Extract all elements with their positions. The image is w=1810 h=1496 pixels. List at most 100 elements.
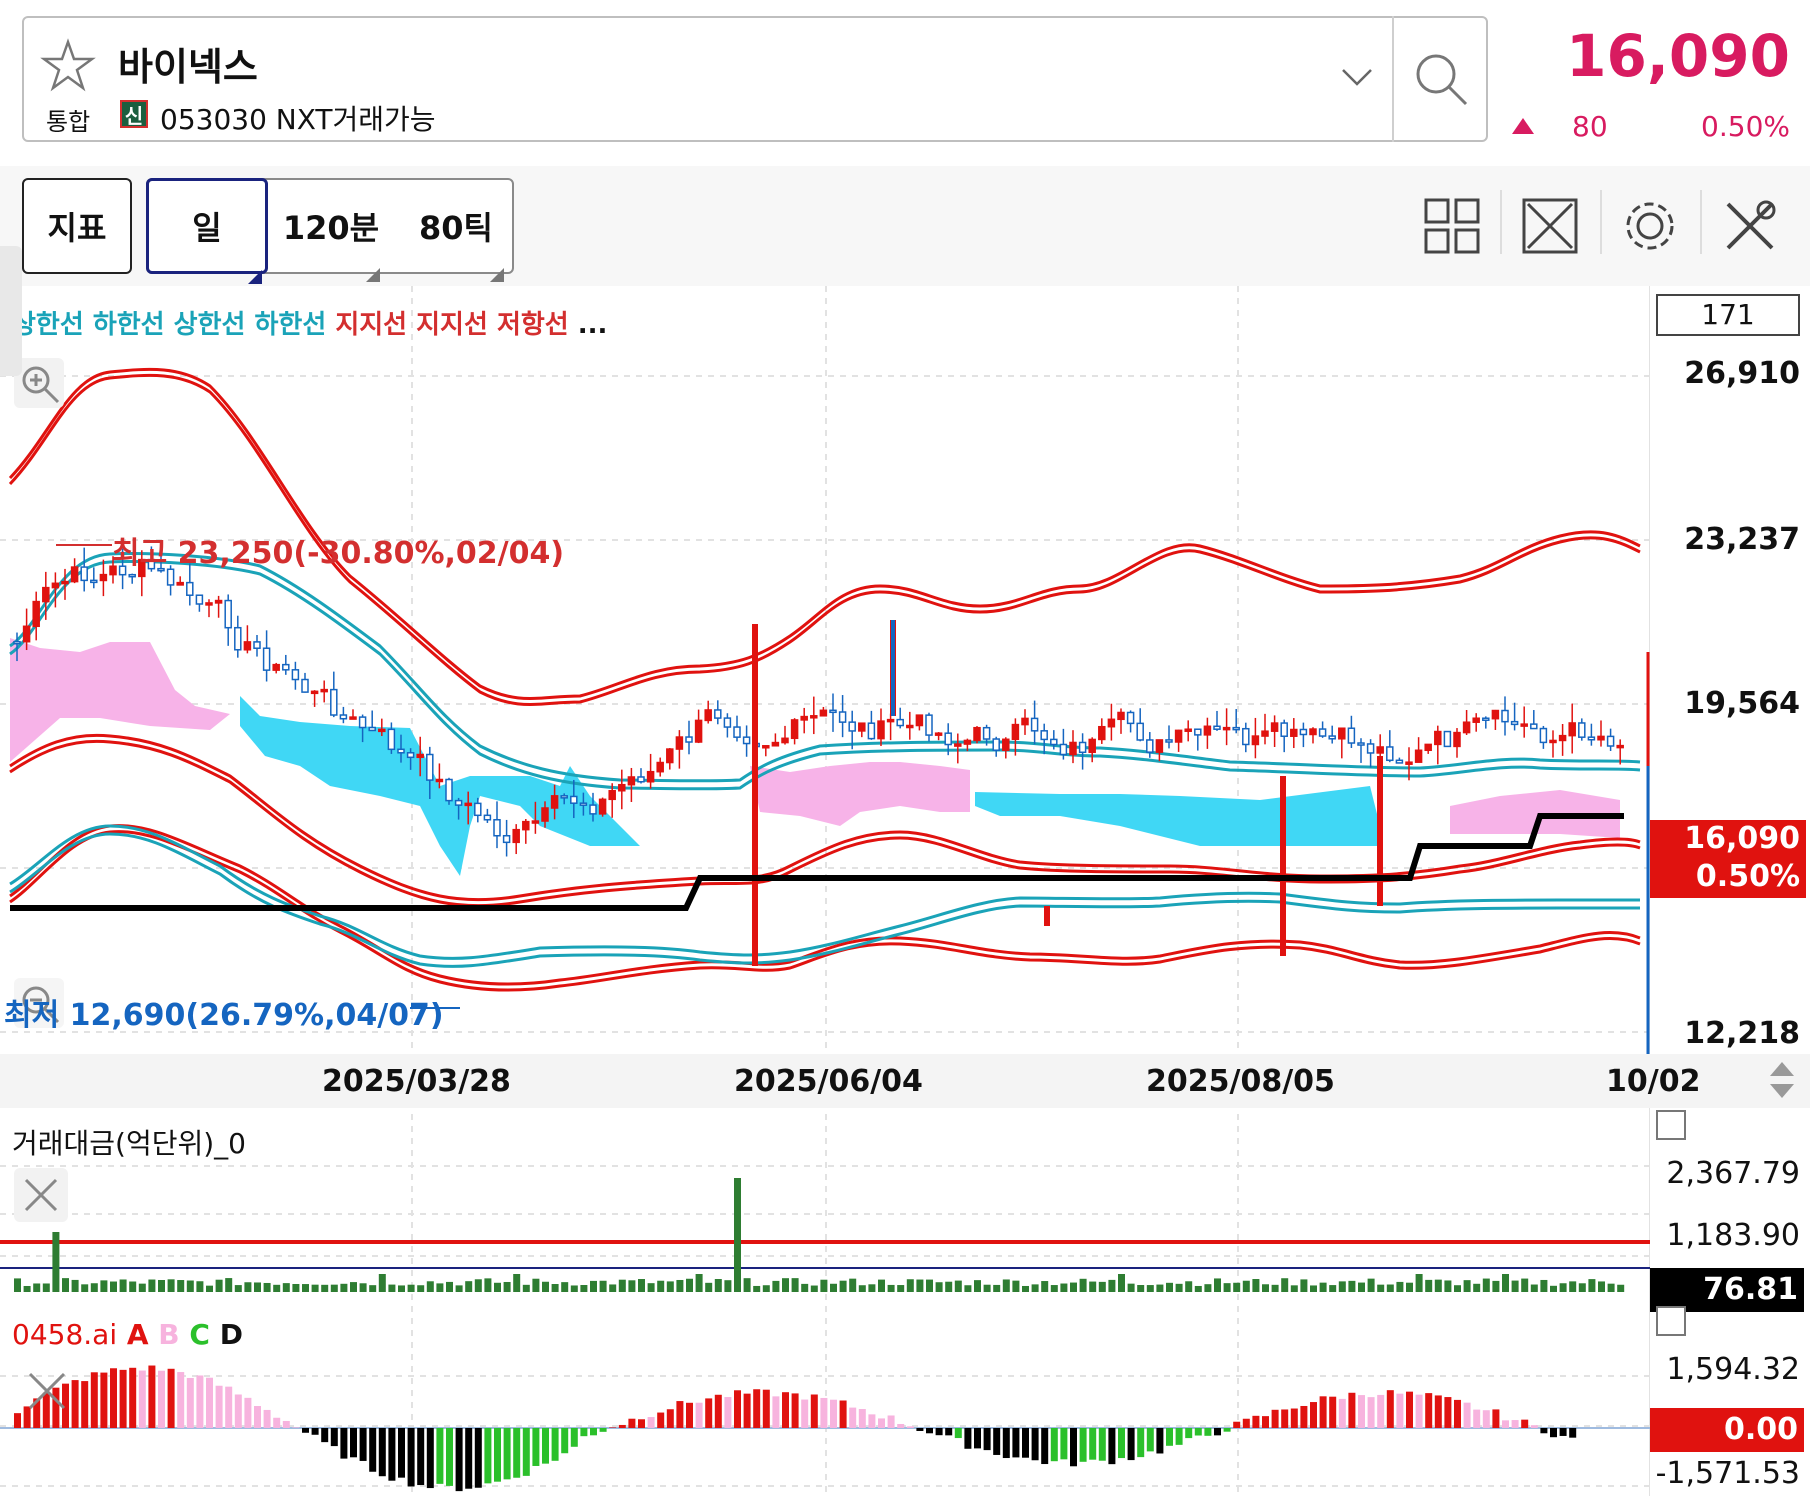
candle-body [483, 814, 492, 821]
expand-icon[interactable] [1520, 196, 1580, 256]
candle-body [1213, 725, 1221, 730]
candle-body [128, 573, 136, 578]
indicator-bar [1137, 1428, 1145, 1458]
volume-bar [1502, 1274, 1509, 1292]
candle-body [858, 722, 866, 732]
indicator-bar [369, 1428, 377, 1472]
scroll-arrows-icon[interactable] [1768, 1060, 1796, 1100]
corner-marker [490, 254, 504, 282]
volume-bar [1329, 1285, 1337, 1292]
y-axis-label: 26,910 [1684, 356, 1800, 391]
volume-bar [1540, 1279, 1548, 1292]
layout-grid-icon[interactable] [1422, 196, 1482, 256]
volume-bar [772, 1280, 780, 1292]
volume-bar [1521, 1278, 1529, 1292]
search-icon[interactable] [1412, 50, 1472, 110]
volume-bar [1444, 1280, 1452, 1292]
price-change-pct: 0.50% [1701, 110, 1790, 143]
indicator-bar [935, 1428, 943, 1436]
menu-icon[interactable] [1656, 1110, 1686, 1140]
volume-bar [878, 1279, 885, 1292]
candle-body [1280, 722, 1288, 737]
volume-bar [1281, 1278, 1289, 1292]
indicator-bar [1540, 1428, 1548, 1434]
star-icon[interactable] [40, 38, 96, 94]
volume-bar [62, 1278, 69, 1292]
candle-body [378, 728, 386, 733]
candle-body [282, 663, 290, 671]
close-icon[interactable] [22, 1366, 72, 1416]
volume-bar [206, 1285, 213, 1292]
candle-body [397, 748, 405, 754]
candle-body [387, 728, 396, 751]
volume-bar [1473, 1283, 1481, 1292]
high-price-label: 최고 23,250(-30.80%,02/04) [112, 536, 565, 571]
date-label: 2025/03/28 [322, 1064, 511, 1099]
volume-bar [551, 1284, 559, 1292]
indicator-bar [830, 1399, 837, 1428]
volume-bar [676, 1279, 684, 1292]
indicator-bar [302, 1428, 309, 1433]
indicator-bar [1310, 1402, 1317, 1428]
volume-bar [177, 1280, 185, 1292]
candle-body [560, 795, 568, 799]
indicator-bar [897, 1423, 905, 1428]
date-label: 10/02 [1606, 1064, 1701, 1099]
candle-body [234, 626, 242, 651]
candle-body [1587, 736, 1596, 741]
volume-bar [1578, 1283, 1586, 1292]
chart-canvas[interactable] [0, 286, 1650, 1496]
candle-body [1184, 728, 1192, 732]
chart-legend[interactable]: 상한선 하한선 상한선 하한선 지지선 지지선 저항선 ... [12, 304, 607, 341]
candle-body [522, 820, 530, 831]
volume-bar [234, 1285, 242, 1292]
indicator-bar [964, 1428, 972, 1449]
legend-item: 저항선 [496, 310, 569, 340]
candle-body [637, 776, 645, 783]
close-icon[interactable] [14, 1168, 68, 1222]
indicator-bar [1530, 1425, 1538, 1428]
volume-bar [1482, 1278, 1490, 1292]
gear-icon[interactable] [1620, 196, 1680, 256]
candle-body [1482, 717, 1490, 721]
indicator-bar [647, 1417, 655, 1428]
volume-bar [1598, 1281, 1605, 1292]
indicator-bar [782, 1392, 789, 1428]
volume-bar [1300, 1279, 1308, 1292]
indicator-bar [350, 1428, 357, 1458]
indicator-bar [1569, 1428, 1577, 1438]
candle-body [1395, 759, 1404, 764]
indicator-bar [1559, 1428, 1567, 1436]
candle-body [464, 802, 472, 807]
candle-body [80, 566, 88, 582]
volume-bar [282, 1283, 290, 1292]
indicator-bar [993, 1428, 1001, 1455]
volume-bar [484, 1278, 492, 1292]
volume-bar [1271, 1284, 1279, 1292]
volume-bar [263, 1282, 271, 1292]
volume-bar [820, 1279, 828, 1292]
candle-body [1357, 742, 1365, 746]
chevron-down-icon[interactable] [1340, 66, 1374, 88]
volume-bar [590, 1280, 597, 1292]
volume-bar [474, 1279, 482, 1292]
candle-body [426, 753, 434, 781]
side-handle[interactable] [0, 246, 22, 376]
volume-bar [1156, 1284, 1164, 1292]
volume-bar [945, 1281, 953, 1292]
indicator-bar [820, 1397, 828, 1428]
candle-body [800, 715, 808, 721]
menu-icon[interactable] [1656, 1306, 1686, 1336]
volume-bar [446, 1281, 453, 1292]
volume-bar [369, 1285, 377, 1292]
volume-bar [321, 1284, 329, 1292]
indicator-bar [206, 1377, 213, 1428]
candle-body [358, 716, 367, 729]
indicator-bar [455, 1428, 463, 1492]
indicator-button[interactable]: 지표 [22, 178, 132, 274]
candle-body [1242, 727, 1250, 746]
tools-icon[interactable] [1720, 196, 1780, 256]
volume-bar [1166, 1282, 1173, 1292]
candle-body [771, 741, 780, 747]
indicator-bar [1185, 1428, 1193, 1439]
